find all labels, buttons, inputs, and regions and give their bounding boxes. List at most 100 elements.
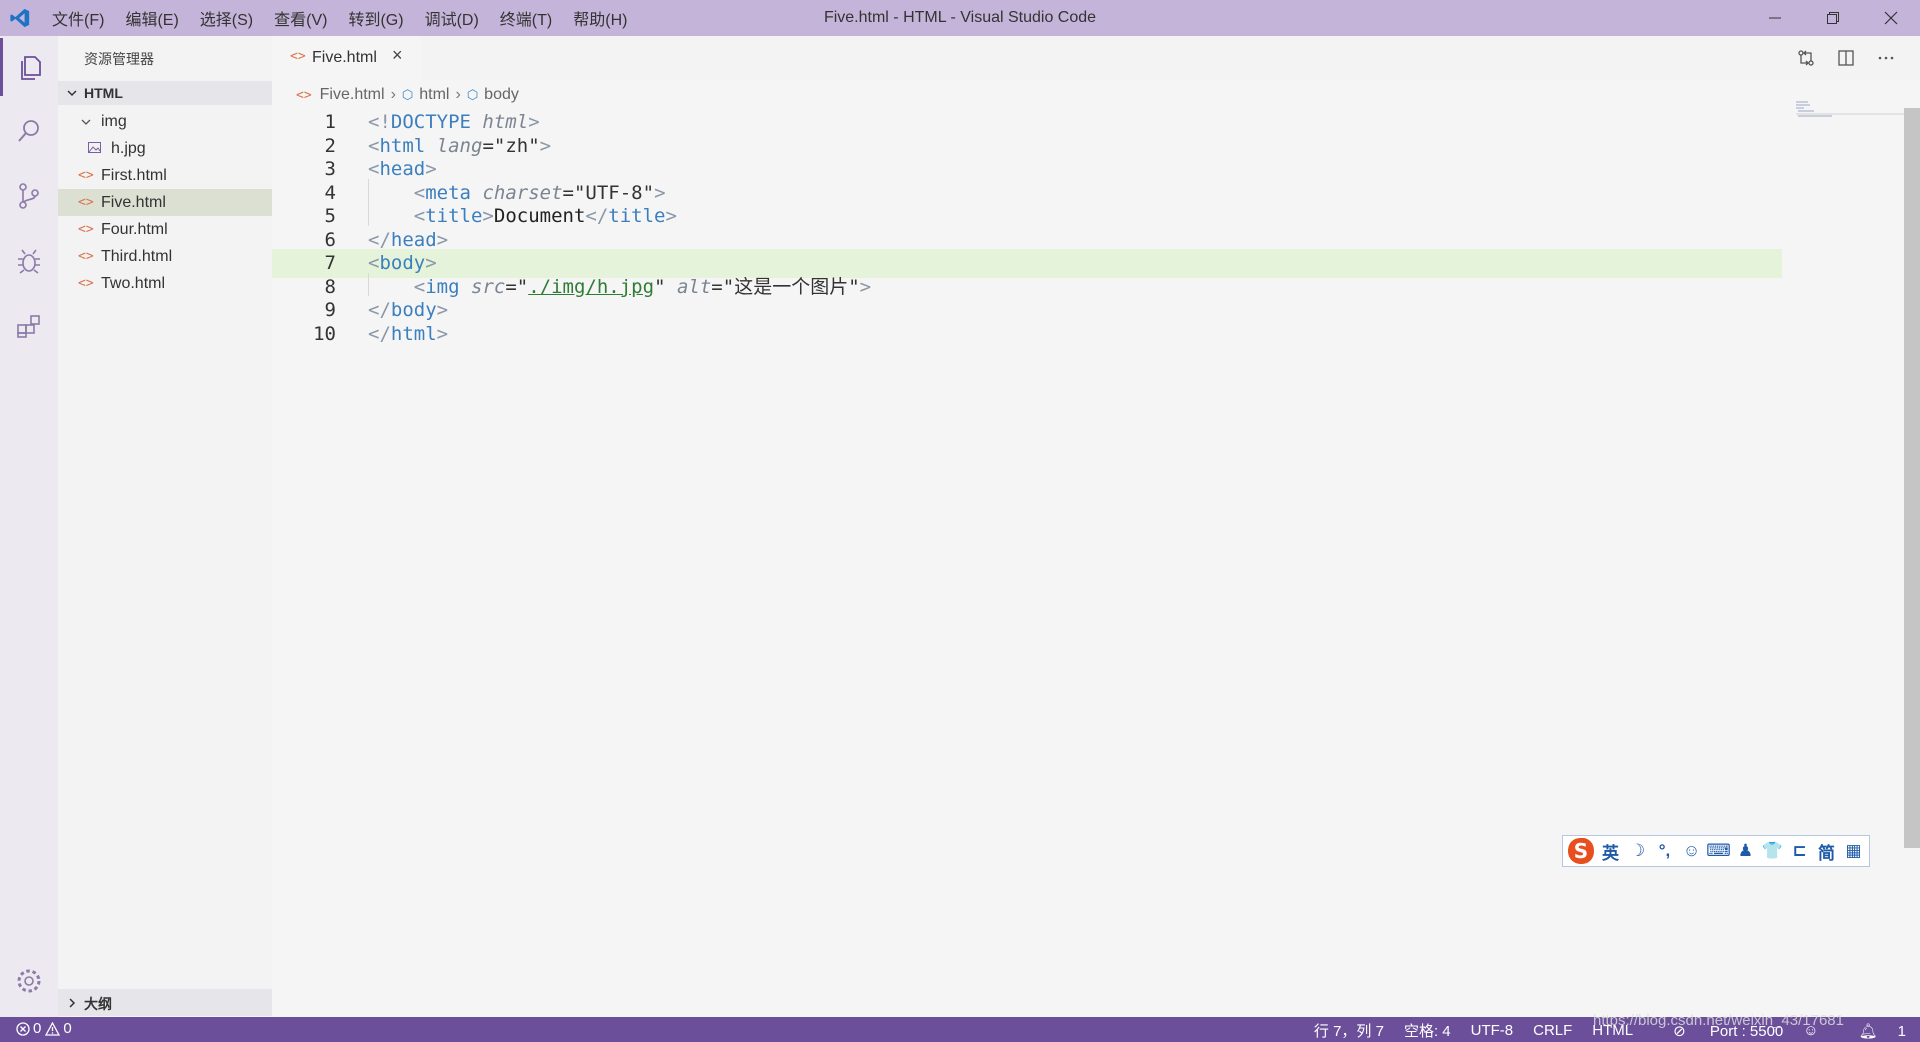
html-file-icon: <>: [78, 276, 94, 291]
restore-button[interactable]: [1804, 0, 1862, 36]
menu-item[interactable]: 编辑(E): [125, 6, 178, 30]
error-icon: [16, 1021, 30, 1036]
menu-item[interactable]: 转到(G): [348, 6, 403, 30]
outline-section[interactable]: 大纲: [58, 989, 272, 1016]
tree-item-label: Third.html: [101, 248, 173, 265]
ime-emoji-icon[interactable]: ☺: [1678, 841, 1705, 861]
explorer-activity[interactable]: [0, 38, 58, 96]
problems-indicator[interactable]: 0 0: [16, 1020, 72, 1037]
tree-file-third-html[interactable]: <> Third.html: [58, 243, 272, 270]
minimize-icon: [1769, 17, 1781, 19]
tree-item-label: First.html: [101, 167, 167, 184]
breadcrumb-body[interactable]: body: [484, 86, 519, 104]
tree-file-first-html[interactable]: <> First.html: [58, 162, 272, 189]
ime-skin-icon[interactable]: 👕: [1759, 841, 1786, 861]
vertical-scrollbar[interactable]: [1904, 108, 1920, 848]
minimap[interactable]: [1796, 100, 1906, 120]
breadcrumb-html[interactable]: html: [419, 86, 449, 104]
end-of-line[interactable]: CRLF: [1533, 1022, 1572, 1039]
ime-toolbar[interactable]: S 英 ☽ °, ☺ ⌨ ♟ 👕 ⊏ 简 ▦: [1562, 835, 1870, 867]
ime-grid-icon[interactable]: ▦: [1840, 841, 1867, 861]
folder-name: HTML: [84, 85, 123, 101]
html-file-icon: <>: [78, 249, 94, 264]
outline-label: 大纲: [84, 996, 112, 1012]
indentation[interactable]: 空格: 4: [1404, 1020, 1451, 1041]
close-window-button[interactable]: [1862, 0, 1920, 36]
search-icon: [18, 120, 39, 142]
menu-item[interactable]: 帮助(H): [573, 6, 627, 30]
html-file-icon: <>: [296, 87, 312, 103]
menu-item[interactable]: 终端(T): [500, 6, 552, 30]
ime-language-toggle[interactable]: 英: [1597, 839, 1624, 864]
menu-item[interactable]: 文件(F): [52, 6, 104, 30]
editor-area: <> Five.html × <> Five.html › ⬡ html › ⬡…: [272, 36, 1920, 1017]
ellipsis-icon: [1878, 56, 1894, 60]
ime-user-icon[interactable]: ♟: [1732, 841, 1759, 861]
chevron-right-icon: ›: [455, 86, 461, 103]
chevron-down-icon: [67, 90, 77, 97]
menu-item[interactable]: 选择(S): [200, 6, 253, 30]
chevron-right-icon: [69, 998, 76, 1008]
tree-file-four-html[interactable]: <> Four.html: [58, 216, 272, 243]
compare-changes-button[interactable]: [1786, 44, 1826, 72]
code-line[interactable]: 10 </html>: [272, 320, 1782, 349]
tree-file-h-jpg[interactable]: h.jpg: [58, 135, 272, 162]
ime-punctuation-icon[interactable]: °,: [1651, 841, 1678, 861]
indent-guide: [368, 272, 369, 296]
menu-item[interactable]: 调试(D): [425, 6, 479, 30]
settings-activity[interactable]: [0, 952, 58, 1010]
tree-item-label: img: [101, 113, 127, 130]
ime-keyboard-icon[interactable]: ⌨: [1705, 841, 1732, 861]
menu-item[interactable]: 查看(V): [274, 6, 327, 30]
ime-crop-icon[interactable]: ⊏: [1786, 841, 1813, 861]
tree-item-label: Two.html: [101, 275, 166, 292]
symbol-element-icon: ⬡: [401, 87, 414, 102]
split-editor-icon: [1838, 50, 1854, 66]
image-file-icon: [88, 142, 101, 153]
more-actions-button[interactable]: [1866, 44, 1906, 72]
line-content: </html>: [368, 322, 449, 345]
tree-file-two-html[interactable]: <> Two.html: [58, 270, 272, 297]
search-activity[interactable]: [0, 102, 58, 160]
bug-icon: [18, 249, 40, 274]
error-count: 0: [33, 1020, 42, 1037]
notification-count: 1: [1897, 1022, 1906, 1040]
warning-count: 0: [63, 1020, 72, 1037]
tree-folder-img[interactable]: img: [58, 108, 272, 135]
tab-bar: <> Five.html ×: [272, 36, 1920, 80]
warning-icon: [45, 1021, 61, 1036]
sogou-icon: S: [1565, 836, 1597, 866]
extensions-activity[interactable]: [0, 297, 58, 355]
close-tab-button[interactable]: ×: [392, 45, 403, 66]
explorer-sidebar: 资源管理器 HTML img h.jpg <> First.html <> Fi…: [58, 36, 272, 1017]
explorer-title: 资源管理器: [84, 51, 154, 67]
encoding[interactable]: UTF-8: [1471, 1022, 1514, 1039]
minimize-button[interactable]: [1746, 0, 1804, 36]
tab-label: Five.html: [312, 49, 377, 66]
source-control-activity[interactable]: [0, 167, 58, 225]
html-file-icon: <>: [78, 222, 94, 237]
split-editor-button[interactable]: [1826, 44, 1866, 72]
notifications[interactable]: 🔔︎ 1: [1839, 1022, 1906, 1040]
files-icon: [20, 56, 41, 80]
tree-item-label: Five.html: [101, 194, 166, 211]
title-bar: 文件(F) 编辑(E) 选择(S) 查看(V) 转到(G) 调试(D) 终端(T) 帮助(H)…: [0, 0, 1920, 36]
tab-five-html[interactable]: <> Five.html ×: [272, 36, 422, 80]
folder-header[interactable]: HTML: [58, 81, 272, 105]
ime-simplified-toggle[interactable]: 简: [1813, 839, 1840, 864]
indent-guide: [368, 178, 369, 226]
tree-file-five-html[interactable]: <> Five.html: [58, 189, 272, 216]
svg-text:S: S: [1574, 839, 1588, 863]
ime-moon-icon[interactable]: ☽: [1624, 841, 1651, 861]
close-icon: [1884, 11, 1898, 25]
watermark: https://blog.csdn.net/weixin_43/17681: [1592, 1012, 1844, 1029]
gear-icon: [17, 969, 41, 993]
breadcrumb-file[interactable]: Five.html: [320, 86, 385, 104]
activity-bar: [0, 36, 58, 1017]
symbol-element-icon: ⬡: [466, 87, 479, 102]
debug-activity[interactable]: [0, 232, 58, 290]
editor-toolbar: [1786, 44, 1906, 72]
vscode-logo-icon: [10, 8, 30, 28]
cursor-position[interactable]: 行 7，列 7: [1314, 1020, 1384, 1041]
html-file-icon: <>: [78, 195, 94, 210]
